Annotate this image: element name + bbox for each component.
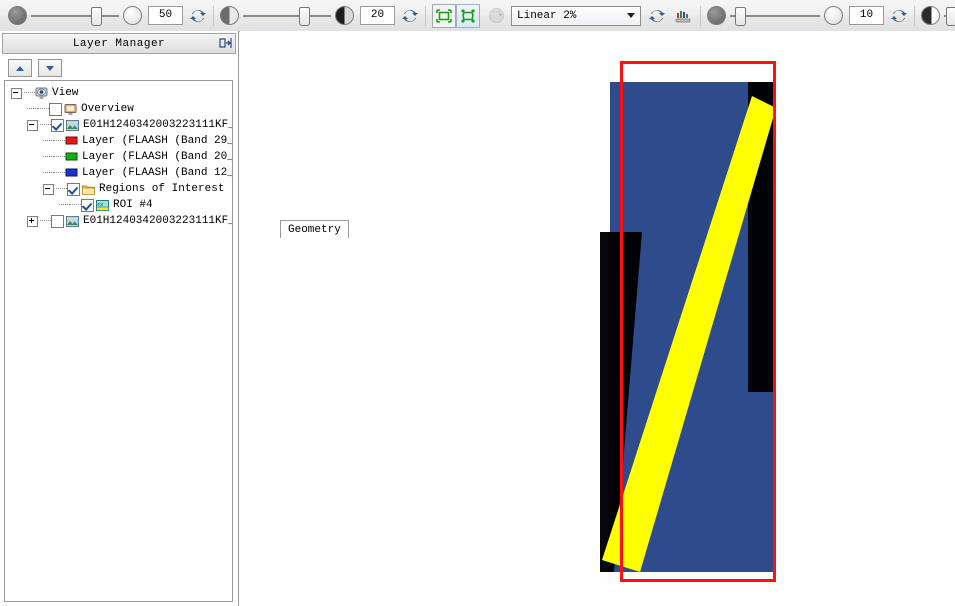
- layer-manager-panel: Layer Manager View Overview E01H1240342003…: [0, 31, 239, 606]
- layer-tree-node[interactable]: roi ROI #4: [11, 197, 232, 213]
- contrast-slider[interactable]: [243, 7, 331, 26]
- layer-visibility-checkbox[interactable]: [67, 182, 80, 196]
- collapse-icon[interactable]: [43, 183, 54, 195]
- brightness-high-icon: [123, 6, 142, 25]
- expand-icon[interactable]: [27, 215, 38, 227]
- stretch-select[interactable]: Linear 2%: [511, 5, 641, 26]
- transparency-value[interactable]: 10: [849, 6, 884, 25]
- folder-icon: [82, 183, 95, 196]
- roi-tab-geometry[interactable]: Geometry: [280, 220, 349, 238]
- transparency-high-icon: [824, 6, 843, 25]
- blend-slider[interactable]: [944, 7, 955, 26]
- layer-tree-node-label: ROI #4: [113, 199, 153, 211]
- layer-manager-header: Layer Manager: [2, 33, 236, 54]
- layer-tree-node[interactable]: E01H1240342003223111KF_L1T: [11, 213, 232, 229]
- raster-icon: [66, 119, 79, 132]
- main-toolbar: 50 20 Linear 2% 10: [0, 0, 955, 32]
- layer-tree-node[interactable]: Overview: [11, 101, 232, 117]
- rotate-disabled-icon: [485, 5, 507, 27]
- envi-application-window: 50 20 Linear 2% 10 Layer Manager View Ov…: [0, 0, 955, 606]
- tree-connector: [43, 156, 54, 158]
- layer-visibility-checkbox[interactable]: [51, 118, 64, 132]
- layer-visibility-checkbox[interactable]: [51, 214, 64, 228]
- tree-connector: [59, 204, 70, 206]
- layer-tree-node-label: E01H1240342003223111KF_L1T: [83, 119, 232, 131]
- raster-icon: [66, 215, 79, 228]
- layer-tree-node-label: Layer (FLAASH (Band 12_Ba: [82, 167, 232, 179]
- overview-icon: [64, 103, 77, 116]
- brightness-reset-icon[interactable]: [189, 7, 207, 25]
- image-view[interactable]: [240, 31, 955, 606]
- brightness-slider[interactable]: [31, 7, 119, 26]
- brightness-value[interactable]: 50: [148, 6, 183, 25]
- tree-connector: [70, 204, 81, 206]
- tree-connector: [54, 140, 65, 142]
- layer-tree-node[interactable]: Layer (FLAASH (Band 20_Ba: [11, 149, 232, 165]
- roi-icon: roi: [96, 199, 109, 212]
- tree-connector: [38, 108, 49, 110]
- pin-panel-icon[interactable]: [218, 36, 232, 50]
- band-blue-icon: [65, 167, 78, 180]
- roi-bounding-rectangle[interactable]: [620, 61, 776, 582]
- collapse-icon[interactable]: [11, 87, 22, 99]
- tree-connector: [43, 140, 54, 142]
- move-layer-down-button[interactable]: [38, 59, 62, 77]
- layer-tree-node[interactable]: View: [11, 85, 232, 101]
- chevron-down-icon: [627, 13, 635, 18]
- layer-tree-node[interactable]: Regions of Interest: [11, 181, 232, 197]
- chevron-down-icon: [46, 65, 54, 71]
- band-red-icon: [65, 135, 78, 148]
- layer-tree-node-label: E01H1240342003223111KF_L1T: [83, 215, 232, 227]
- stretch-value: Linear 2%: [517, 9, 577, 22]
- layer-tree-node-label: Overview: [81, 103, 134, 115]
- tree-connector: [54, 172, 65, 174]
- layer-tree-node-label: Regions of Interest: [99, 183, 225, 195]
- chevron-up-icon: [16, 65, 24, 71]
- brightness-low-icon: [8, 6, 27, 25]
- contrast-reset-icon[interactable]: [401, 7, 419, 25]
- stretch-reset-icon[interactable]: [648, 7, 666, 25]
- layer-tree-node[interactable]: Layer (FLAASH (Band 12_Ba: [11, 165, 232, 181]
- collapse-icon[interactable]: [27, 119, 38, 131]
- tree-connector: [40, 220, 51, 222]
- layer-visibility-checkbox[interactable]: [81, 198, 94, 212]
- contrast-low-icon: [220, 6, 239, 25]
- layer-tree[interactable]: ViewOverview E01H1240342003223111KF_L1T La…: [4, 80, 233, 602]
- layer-visibility-checkbox[interactable]: [49, 102, 62, 116]
- zoom-to-selection-icon[interactable]: [456, 3, 480, 28]
- zoom-to-extent-icon[interactable]: [432, 3, 456, 28]
- tree-connector: [56, 188, 67, 190]
- layer-tree-node[interactable]: Layer (FLAASH (Band 29_Ba: [11, 133, 232, 149]
- tree-connector: [43, 172, 54, 174]
- layer-tree-node-label: Layer (FLAASH (Band 29_Ba: [82, 135, 232, 147]
- contrast-value[interactable]: 20: [360, 6, 395, 25]
- move-layer-up-button[interactable]: [8, 59, 32, 77]
- tree-connector: [27, 108, 38, 110]
- histogram-icon[interactable]: [672, 5, 694, 27]
- tree-connector: [40, 124, 51, 126]
- transparency-slider[interactable]: [730, 7, 820, 26]
- blend-icon: [921, 6, 940, 25]
- contrast-high-icon: [335, 6, 354, 25]
- svg-text:roi: roi: [98, 202, 104, 208]
- tree-connector: [24, 92, 35, 94]
- tree-connector: [54, 156, 65, 158]
- view-eye-icon: [35, 87, 48, 100]
- transparency-reset-icon[interactable]: [890, 7, 908, 25]
- layer-tree-node-label: View: [52, 87, 79, 99]
- layer-order-buttons: [0, 54, 238, 79]
- layer-manager-title: Layer Manager: [72, 37, 166, 50]
- band-green-icon: [65, 151, 78, 164]
- transparency-low-icon: [707, 6, 726, 25]
- layer-tree-node-label: Layer (FLAASH (Band 20_Ba: [82, 151, 232, 163]
- layer-tree-node[interactable]: E01H1240342003223111KF_L1T: [11, 117, 232, 133]
